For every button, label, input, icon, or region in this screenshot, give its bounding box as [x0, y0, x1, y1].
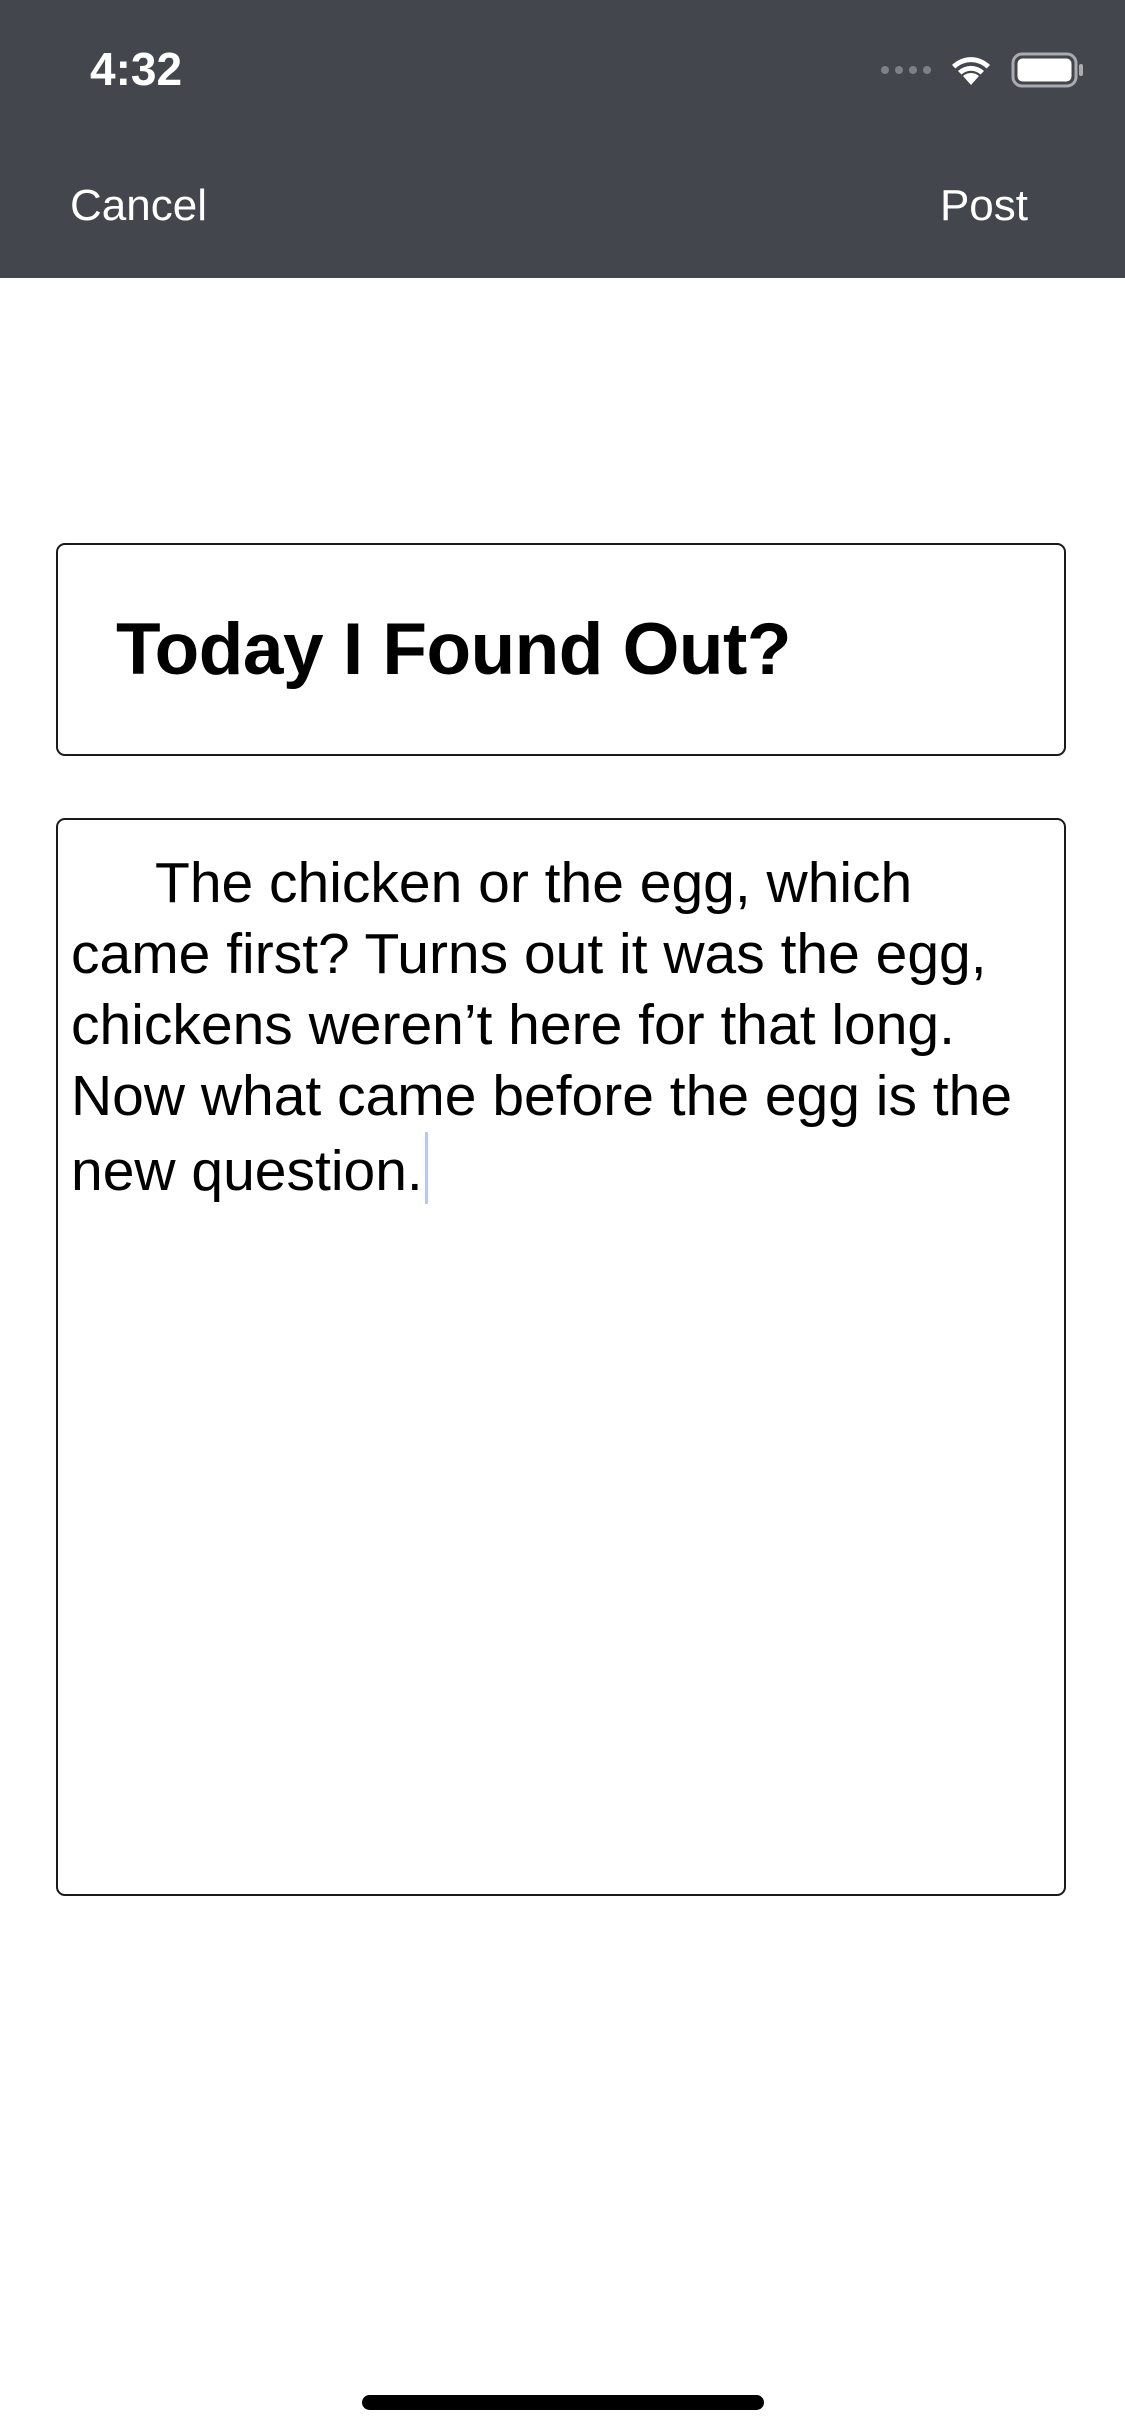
title-field[interactable]: Today I Found Out? [56, 543, 1066, 756]
body-text-area[interactable]: The chicken or the egg, which came first… [56, 818, 1066, 1896]
status-time: 4:32 [90, 43, 183, 95]
home-indicator[interactable] [362, 2395, 764, 2410]
status-icons [881, 50, 1085, 90]
title-field-value: Today I Found Out? [116, 609, 791, 690]
body-text-area-content: The chicken or the egg, which came first… [71, 848, 1052, 1207]
wifi-icon [952, 57, 990, 85]
signal-dots-icon [881, 66, 931, 74]
battery-icon [1011, 52, 1083, 88]
body-text-value: The chicken or the egg, which came first… [71, 851, 1028, 1203]
post-button[interactable]: Post [940, 178, 1028, 234]
text-cursor [424, 1132, 428, 1204]
post-composer-screen: 4:32 Cancel Post Today I Found Out? The … [0, 0, 1125, 2436]
cancel-button[interactable]: Cancel [70, 178, 207, 234]
top-bar: 4:32 Cancel Post [0, 0, 1125, 278]
